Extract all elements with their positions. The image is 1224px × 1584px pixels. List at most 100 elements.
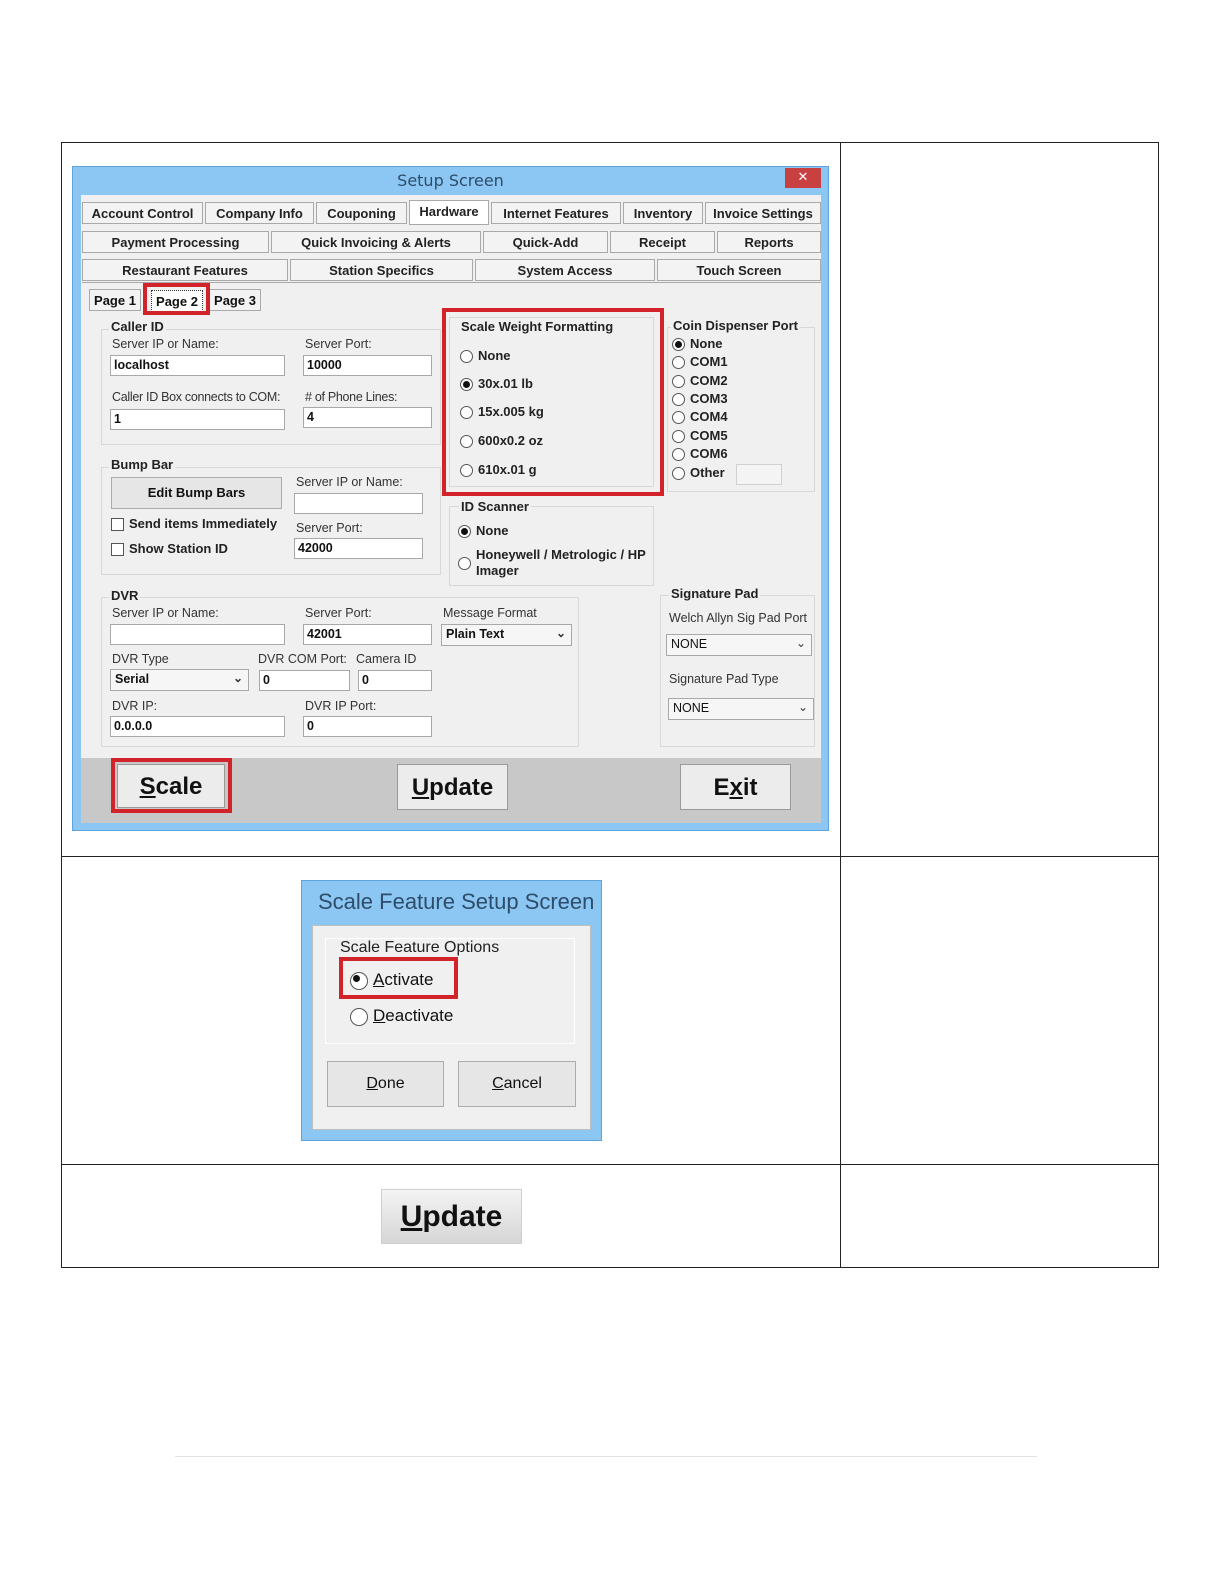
dvr-server-port-label: Server Port: <box>305 606 372 620</box>
message-format-label: Message Format <box>443 606 537 620</box>
dvr-com-port-input[interactable]: 0 <box>259 670 350 691</box>
bump-bar-server-port-input[interactable]: 42000 <box>294 538 423 559</box>
deactivate-radio[interactable] <box>350 1008 368 1026</box>
coin-radio-com6[interactable] <box>672 448 685 461</box>
dvr-ip-label: DVR IP: <box>112 699 158 713</box>
caller-id-server-ip-input[interactable]: localhost <box>110 355 285 376</box>
caller-id-title: Caller ID <box>109 319 166 334</box>
tab-internet-features[interactable]: Internet Features <box>491 202 621 224</box>
cancel-mnemonic: C <box>492 1075 504 1092</box>
show-station-checkbox[interactable] <box>111 543 124 556</box>
scale-options-title: Scale Feature Options <box>338 939 502 957</box>
coin-radio-none[interactable] <box>672 338 685 351</box>
update-button[interactable]: Update <box>397 764 508 810</box>
dvr-server-port-input[interactable]: 42001 <box>303 624 432 645</box>
coin-option-com3: COM3 <box>690 391 728 406</box>
tab-invoice-settings[interactable]: Invoice Settings <box>705 202 821 224</box>
tab-receipt[interactable]: Receipt <box>610 231 715 253</box>
camera-id-label: Camera ID <box>356 652 417 666</box>
done-mnemonic: D <box>366 1075 378 1092</box>
dvr-ip-input[interactable]: 0.0.0.0 <box>110 716 285 737</box>
id-scanner-option-honeywell: Honeywell / Metrologic / HP Imager <box>476 547 646 578</box>
coin-option-none: None <box>690 336 723 351</box>
coin-option-com6: COM6 <box>690 446 728 461</box>
show-station-label: Show Station ID <box>129 541 228 556</box>
id-scanner-option-none: None <box>476 523 509 538</box>
tab-restaurant-features[interactable]: Restaurant Features <box>82 259 288 281</box>
footer-rule <box>175 1456 1037 1457</box>
table-border-left <box>61 142 62 1268</box>
update-snippet-text: pdate <box>422 1200 503 1233</box>
id-scanner-radio-none[interactable] <box>458 525 471 538</box>
table-border-bottom <box>61 1267 1159 1268</box>
welch-allyn-label: Welch Allyn Sig Pad Port <box>669 611 808 625</box>
message-format-select[interactable]: Plain Text ⌄ <box>441 624 572 646</box>
dvr-type-label: DVR Type <box>112 652 169 666</box>
dvr-type-value: Serial <box>115 672 150 686</box>
exit-button[interactable]: Exit <box>680 764 791 810</box>
coin-dispenser-title: Coin Dispenser Port <box>671 318 800 333</box>
signature-pad-type-select[interactable]: NONE ⌄ <box>668 698 814 720</box>
coin-radio-com4[interactable] <box>672 411 685 424</box>
coin-radio-other[interactable] <box>672 467 685 480</box>
chevron-down-icon: ⌄ <box>232 671 243 685</box>
scale-button-highlight <box>111 758 232 813</box>
edit-bump-bars-button[interactable]: Edit Bump Bars <box>111 477 282 509</box>
tab-hardware[interactable]: Hardware <box>409 200 489 225</box>
tab-account-control[interactable]: Account Control <box>82 202 203 224</box>
scale-window-body: Scale Feature Options Activate Deactivat… <box>312 925 591 1130</box>
tab-reports[interactable]: Reports <box>717 231 821 253</box>
setup-screen-window: Setup Screen ✕ Account Control Company I… <box>72 166 829 831</box>
coin-other-input[interactable] <box>736 464 782 485</box>
coin-radio-com1[interactable] <box>672 356 685 369</box>
tab-page-1[interactable]: Page 1 <box>89 289 141 311</box>
tab-couponing[interactable]: Couponing <box>316 202 407 224</box>
dvr-title: DVR <box>109 588 141 603</box>
bump-bar-server-ip-input[interactable] <box>294 493 423 514</box>
tab-touch-screen[interactable]: Touch Screen <box>657 259 821 281</box>
done-text: one <box>377 1075 405 1092</box>
tab-company-info[interactable]: Company Info <box>205 202 314 224</box>
scale-window-title: Scale Feature Setup Screen <box>318 889 595 914</box>
tab-station-specifics[interactable]: Station Specifics <box>290 259 473 281</box>
chevron-down-icon: ⌄ <box>555 626 566 640</box>
caller-id-server-port-input[interactable]: 10000 <box>303 355 432 376</box>
signature-pad-title: Signature Pad <box>669 586 761 601</box>
tab-page-3[interactable]: Page 3 <box>209 289 261 311</box>
deactivate-mnemonic: D <box>373 1006 386 1025</box>
tab-payment-processing[interactable]: Payment Processing <box>82 231 269 253</box>
close-button[interactable]: ✕ <box>785 168 821 188</box>
tab-inventory[interactable]: Inventory <box>623 202 703 224</box>
deactivate-label: Deactivate <box>373 1006 453 1026</box>
dvr-server-ip-input[interactable] <box>110 624 285 645</box>
dvr-ip-port-input[interactable]: 0 <box>303 716 432 737</box>
coin-radio-com5[interactable] <box>672 430 685 443</box>
table-row-divider <box>61 1164 1159 1165</box>
tab-system-access[interactable]: System Access <box>475 259 655 281</box>
id-scanner-radio-honeywell[interactable] <box>458 557 471 570</box>
update-button-snippet[interactable]: Update <box>381 1189 522 1244</box>
exit-button-label-start: E <box>713 774 730 801</box>
coin-radio-com3[interactable] <box>672 393 685 406</box>
tab-quick-add[interactable]: Quick-Add <box>483 231 608 253</box>
dvr-server-ip-label: Server IP or Name: <box>112 606 219 620</box>
exit-button-label-end: it <box>742 774 758 801</box>
coin-option-other: Other <box>690 465 725 480</box>
message-format-value: Plain Text <box>446 627 505 641</box>
chevron-down-icon: ⌄ <box>795 636 806 650</box>
caller-id-com-input[interactable]: 1 <box>110 409 285 430</box>
camera-id-input[interactable]: 0 <box>358 670 432 691</box>
tab-quick-invoicing-alerts[interactable]: Quick Invoicing & Alerts <box>271 231 481 253</box>
welch-allyn-select[interactable]: NONE ⌄ <box>666 634 812 656</box>
window-body: Account Control Company Info Couponing H… <box>81 195 821 823</box>
cancel-button[interactable]: Cancel <box>458 1061 576 1107</box>
dvr-type-select[interactable]: Serial ⌄ <box>110 669 249 691</box>
done-button[interactable]: Done <box>327 1061 444 1107</box>
coin-radio-com2[interactable] <box>672 375 685 388</box>
caller-id-server-ip-label: Server IP or Name: <box>112 337 219 351</box>
coin-option-com4: COM4 <box>690 409 728 424</box>
dvr-com-port-label: DVR COM Port: <box>258 652 347 666</box>
update-button-mnemonic: U <box>411 774 430 801</box>
phone-lines-input[interactable]: 4 <box>303 407 432 428</box>
send-items-checkbox[interactable] <box>111 518 124 531</box>
